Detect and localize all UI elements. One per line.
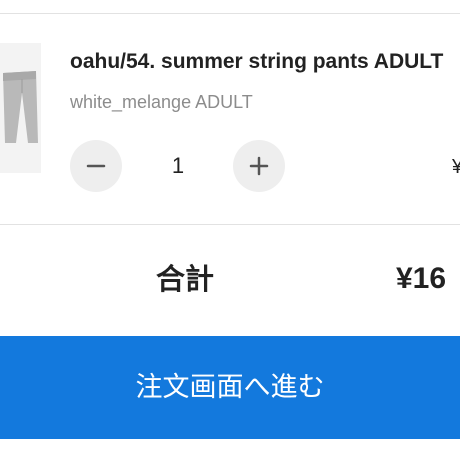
line-price-text: ¥ [452, 156, 460, 178]
cart-page: oahu/54. summer string pants ADULT white… [0, 0, 460, 460]
total-value: ¥16 [396, 260, 460, 300]
item-variant: white_melange ADULT [70, 92, 253, 112]
plus-icon [249, 156, 269, 176]
total-value-text: ¥16 [396, 262, 447, 295]
checkout-button[interactable]: 注文画面へ進む [0, 336, 460, 439]
minus-icon [86, 164, 106, 168]
quantity-increase-button[interactable] [233, 140, 285, 192]
total-label: 合計 [156, 264, 215, 296]
item-title[interactable]: oahu/54. summer string pants ADULT [70, 48, 460, 76]
quantity-decrease-button[interactable] [70, 140, 122, 192]
pants-image-icon [0, 43, 41, 173]
summary-divider [0, 224, 460, 225]
product-thumbnail[interactable] [0, 43, 41, 173]
cart-item: oahu/54. summer string pants ADULT white… [0, 14, 460, 224]
checkout-button-label: 注文画面へ進む [135, 372, 325, 402]
line-price: ¥ [452, 152, 460, 182]
quantity-value: 1 [171, 153, 185, 178]
